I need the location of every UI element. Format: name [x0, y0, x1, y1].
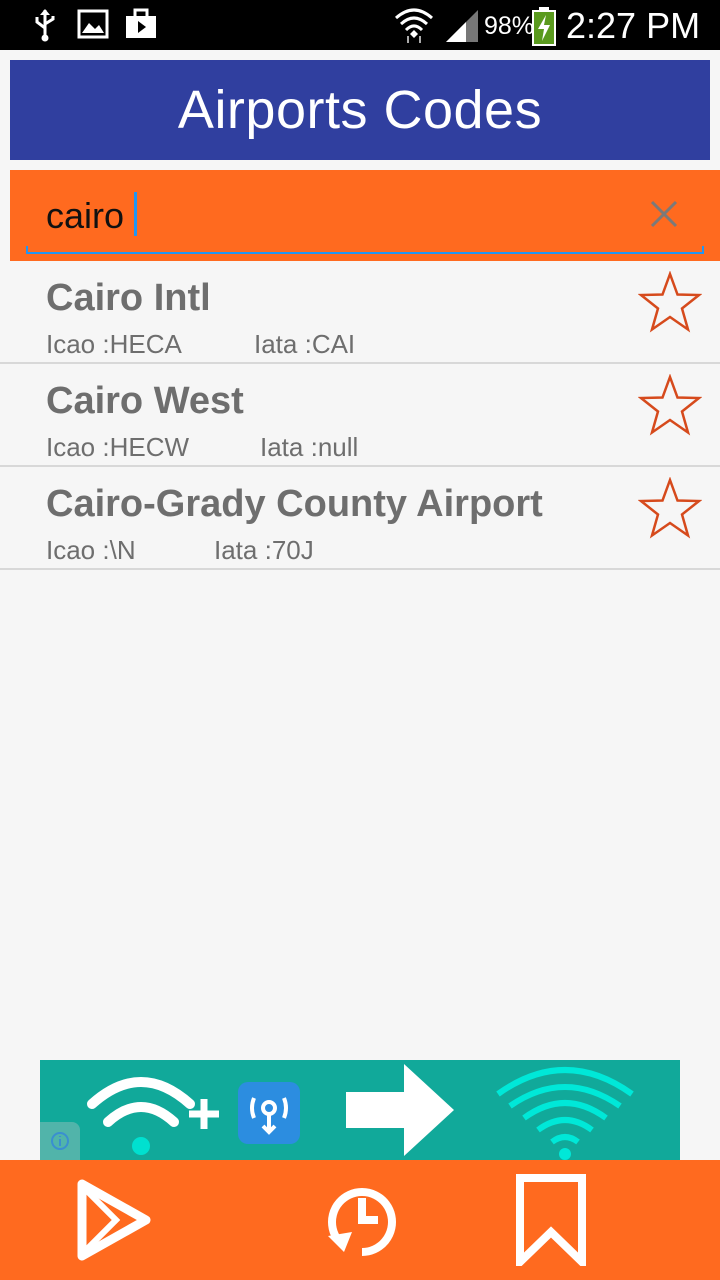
wifi-icon	[496, 1067, 634, 1160]
ad-info-button[interactable]	[40, 1122, 80, 1160]
airport-name: Cairo West	[46, 380, 244, 422]
star-outline-icon[interactable]	[638, 374, 702, 436]
info-icon	[51, 1132, 69, 1150]
wifi-app-icon	[238, 1082, 300, 1144]
page-title: Airports Codes	[177, 80, 543, 140]
icao-code: Icao :HECW	[46, 432, 190, 462]
history-icon[interactable]	[316, 1174, 406, 1266]
search-bar	[10, 170, 720, 261]
status-bar: 98% 2:27 PM	[0, 0, 720, 50]
bottom-nav	[0, 1160, 720, 1280]
wifi-icon	[395, 8, 433, 43]
airport-name: Cairo Intl	[46, 277, 211, 319]
star-outline-icon[interactable]	[638, 271, 702, 333]
battery-icon	[532, 7, 556, 46]
list-item[interactable]: Cairo Intl Icao :HECA Iata :CAI	[0, 261, 720, 364]
bookmark-icon[interactable]	[506, 1174, 596, 1266]
briefcase-icon	[126, 8, 156, 38]
list-item[interactable]: Cairo-Grady County Airport Icao :\N Iata…	[0, 467, 720, 570]
list-item[interactable]: Cairo West Icao :HECW Iata :null	[0, 364, 720, 467]
plus-icon	[189, 1099, 219, 1129]
signal-icon	[446, 10, 478, 42]
arrow-right-icon	[346, 1064, 454, 1156]
image-icon	[77, 9, 109, 39]
iata-code: Iata :null	[260, 432, 359, 462]
play-store-icon[interactable]	[68, 1174, 158, 1266]
app-header: Airports Codes	[10, 60, 710, 160]
ad-banner[interactable]	[40, 1060, 680, 1160]
text-cursor	[134, 192, 137, 236]
results-list: Cairo Intl Icao :HECA Iata :CAI Cairo We…	[0, 261, 720, 570]
close-icon[interactable]	[644, 194, 684, 234]
iata-code: Iata :CAI	[254, 329, 356, 359]
wifi-icon	[87, 1077, 195, 1155]
icao-code: Icao :\N	[46, 535, 136, 565]
search-underline	[26, 246, 704, 254]
battery-percent: 98%	[484, 12, 535, 40]
usb-icon	[35, 9, 55, 42]
status-time: 2:27 PM	[566, 5, 701, 46]
iata-code: Iata :70J	[214, 535, 314, 565]
airport-name: Cairo-Grady County Airport	[46, 483, 543, 525]
star-outline-icon[interactable]	[638, 477, 702, 539]
icao-code: Icao :HECA	[46, 329, 182, 359]
search-input[interactable]	[46, 194, 606, 238]
